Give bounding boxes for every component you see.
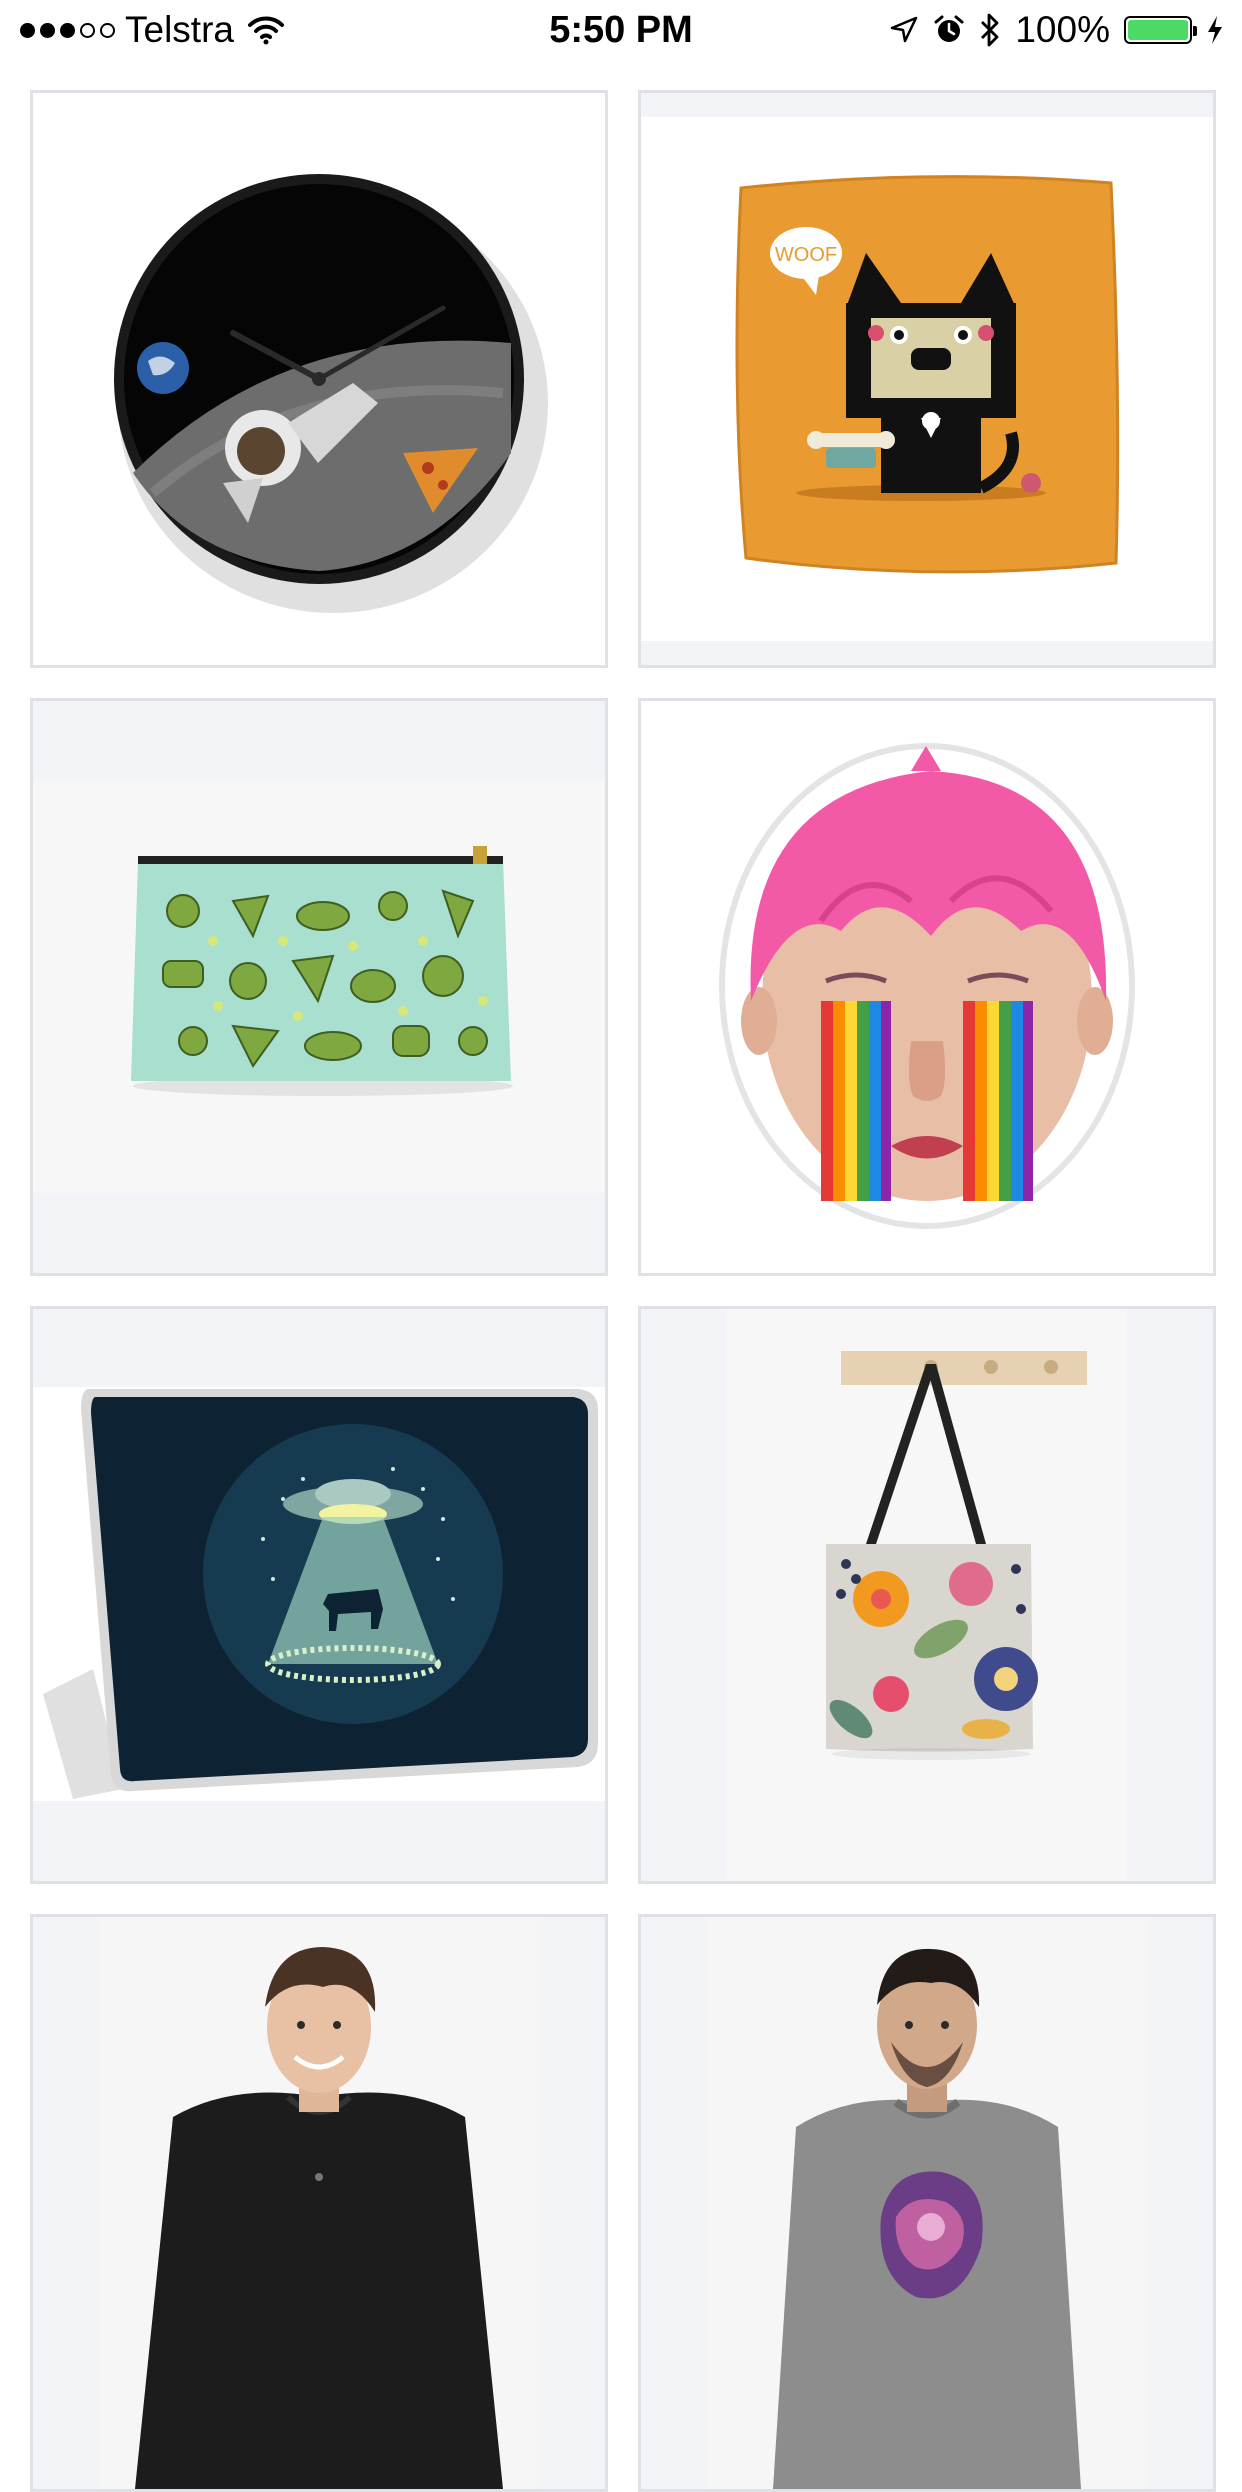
status-bar: Telstra 5:50 PM 100% [0,0,1242,62]
product-card-tote[interactable] [638,1306,1216,1884]
location-arrow-icon [891,16,918,43]
product-card-laptop-skin[interactable] [30,1306,608,1884]
laptop-skin-image [33,1309,605,1881]
battery-icon [1124,16,1197,44]
charging-bolt-icon [1208,16,1222,44]
product-card-clock[interactable] [30,90,608,668]
product-card-sticker[interactable] [638,698,1216,1276]
product-card-tshirt-black[interactable] [30,1914,608,2492]
product-card-sweatshirt-grey[interactable] [638,1914,1216,2492]
battery-percent: 100% [1015,9,1110,50]
product-card-pouch[interactable] [30,698,608,1276]
sweatshirt-image [641,1917,1213,2489]
tote-bag-image [641,1309,1213,1881]
status-bar-right: 100% [889,8,1224,52]
battery-level-fill [1128,20,1188,40]
zipper-pouch-image [33,701,605,1273]
pillow-woof-text: WOOF [775,244,837,266]
wall-clock-image [33,93,605,665]
bluetooth-icon [981,13,999,47]
product-grid: WOOF [30,90,1216,2492]
tshirt-image [33,1917,605,2489]
product-card-pillow[interactable]: WOOF [638,90,1216,668]
alarm-icon [934,15,964,42]
sticker-image [641,701,1213,1273]
throw-pillow-image: WOOF [641,93,1213,665]
